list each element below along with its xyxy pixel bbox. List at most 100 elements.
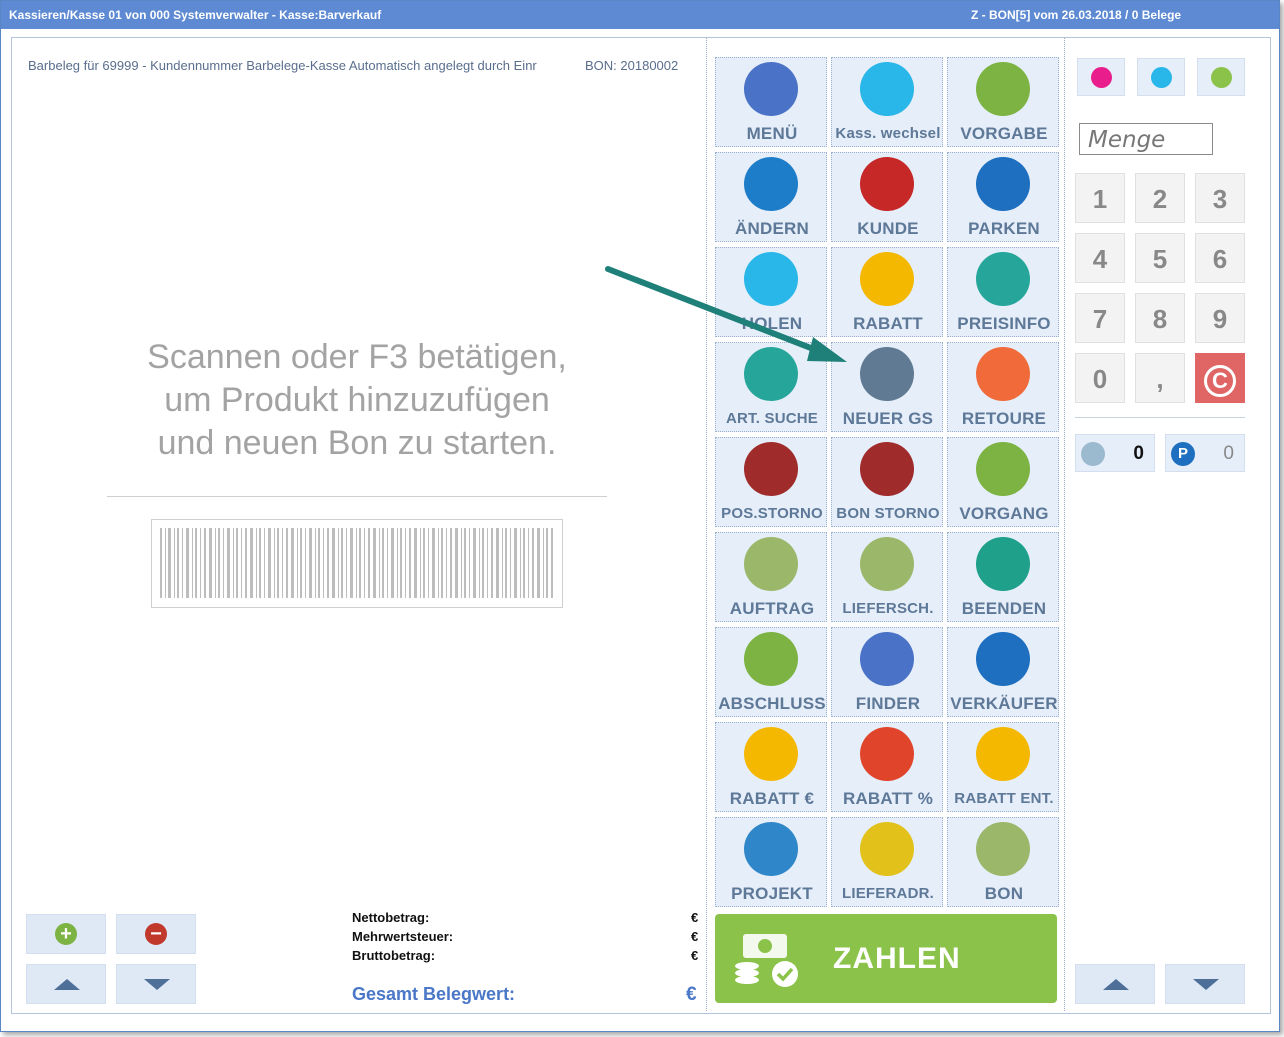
tile-label: PARKEN [968, 219, 1040, 238]
reduce-quantity-button[interactable]: − [116, 914, 196, 954]
scroll-down-button[interactable] [116, 964, 196, 1004]
pay-button[interactable]: ZAHLEN [715, 914, 1057, 1003]
tile-money-euro[interactable]: RABATT € [715, 722, 827, 812]
receipt-fetch-icon [744, 252, 798, 306]
key-7[interactable]: 7 [1075, 293, 1125, 343]
scan-hint-line: Scannen oder F3 betätigen, [147, 338, 567, 376]
quantity-input[interactable]: Menge [1079, 123, 1213, 155]
scan-hint: Scannen oder F3 betätigen, um Produkt hi… [92, 336, 622, 465]
tile-label: BEENDEN [961, 599, 1047, 618]
tile-label: KUNDE [857, 219, 919, 238]
key-9[interactable]: 9 [1195, 293, 1245, 343]
truck-icon [860, 822, 914, 876]
parked-counter[interactable]: P 0 [1165, 434, 1245, 472]
receipt-icon [1081, 442, 1105, 466]
tile-label: FINDER [855, 694, 921, 713]
tile-seller[interactable]: VERKÄUFER [947, 627, 1059, 717]
tile-document[interactable]: VORGANG [947, 437, 1059, 527]
parking-icon: P [1171, 442, 1195, 466]
tile-bag-search[interactable]: ART. SUCHE [715, 342, 827, 432]
arrow-up-icon [1103, 979, 1129, 990]
trash-receipt-icon [860, 442, 914, 496]
tile-label: LIEFERSCH. [842, 600, 934, 617]
price-bag-icon [976, 252, 1030, 306]
tile-label: BON [984, 884, 1024, 903]
scroll-up-button[interactable] [26, 964, 106, 1004]
settings-check-icon [976, 62, 1030, 116]
binder-icon [744, 822, 798, 876]
window-title: Kassieren/Kasse 01 von 000 Systemverwalt… [9, 8, 382, 22]
power-icon [976, 537, 1030, 591]
tile-voucher-add[interactable]: NEUER GS [831, 342, 943, 432]
tile-customer[interactable]: KUNDE [831, 152, 943, 242]
add-quantity-button[interactable]: + [26, 914, 106, 954]
tile-user-switch[interactable]: Kass. wechsel [831, 57, 943, 147]
tile-parking[interactable]: PARKEN [947, 152, 1059, 242]
key-0[interactable]: 0 [1075, 353, 1125, 403]
tile-document-b[interactable]: BON [947, 817, 1059, 907]
tile-money-percent[interactable]: RABATT % [831, 722, 943, 812]
scan-hint-line: und neuen Bon zu starten. [157, 424, 557, 462]
key-3[interactable]: 3 [1195, 173, 1245, 223]
tile-menu[interactable]: MENÜ [715, 57, 827, 147]
right-scroll-down-button[interactable] [1165, 964, 1245, 1004]
divider-left [706, 38, 707, 1011]
key-5[interactable]: 5 [1135, 233, 1185, 283]
key-6[interactable]: 6 [1195, 233, 1245, 283]
tile-label: ABSCHLUSS [718, 694, 826, 713]
tile-settings-check[interactable]: VORGABE [947, 57, 1059, 147]
gesamt-currency: € [686, 984, 697, 1005]
tile-receipt-fetch[interactable]: HOLEN [715, 247, 827, 337]
tile-binder[interactable]: PROJEKT [715, 817, 827, 907]
tile-label: Kass. wechsel [835, 125, 941, 142]
tile-price-bag[interactable]: PREISINFO [947, 247, 1059, 337]
parked-count: 0 [1223, 443, 1234, 464]
tile-label: VERKÄUFER [950, 694, 1058, 713]
barcode-image [151, 519, 563, 608]
keypad-separator [1075, 417, 1245, 418]
menu-icon [744, 62, 798, 116]
tile-pencil[interactable]: ÄNDERN [715, 152, 827, 242]
money-percent-icon [860, 727, 914, 781]
tile-label: RABATT ENT. [954, 790, 1054, 807]
key-4[interactable]: 4 [1075, 233, 1125, 283]
tile-return[interactable]: RETOURE [947, 342, 1059, 432]
right-scroll-up-button[interactable] [1075, 964, 1155, 1004]
arrow-up-icon [54, 979, 80, 990]
customer-icon [860, 157, 914, 211]
cash-button[interactable] [1197, 58, 1245, 96]
receipt-customer: Barbeleg für 69999 - Kundennummer Barbel… [28, 58, 537, 73]
key-2[interactable]: 2 [1135, 173, 1185, 223]
gesamt-label: Gesamt Belegwert: [352, 984, 516, 1004]
netto-currency: € [691, 910, 699, 925]
pencil-icon [744, 157, 798, 211]
tile-finder[interactable]: FINDER [831, 627, 943, 717]
tile-trash-receipt[interactable]: BON STORNO [831, 437, 943, 527]
key-comma[interactable]: , [1135, 353, 1185, 403]
receipt-header: Barbeleg für 69999 - Kundennummer Barbel… [28, 58, 678, 73]
tile-label: PROJEKT [731, 884, 813, 903]
tile-money[interactable]: RABATT [831, 247, 943, 337]
cash-drawer-button[interactable] [1077, 58, 1125, 96]
barcode-icon [160, 528, 553, 598]
document-l-icon [860, 537, 914, 591]
tile-truck[interactable]: LIEFERADR. [831, 817, 943, 907]
hint-separator [107, 496, 607, 497]
tile-label: MENÜ [746, 124, 798, 143]
receipt-bon-number: BON: 20180002 [585, 58, 679, 73]
key-1[interactable]: 1 [1075, 173, 1125, 223]
tile-power[interactable]: BEENDEN [947, 532, 1059, 622]
bag-search-icon [744, 347, 798, 401]
tile-label: LIEFERADR. [842, 885, 934, 902]
bag-button[interactable] [1137, 58, 1185, 96]
clear-icon: C [1204, 365, 1236, 397]
tile-register-check[interactable]: ABSCHLUSS [715, 627, 827, 717]
tile-money-remove[interactable]: RABATT ENT. [947, 722, 1059, 812]
tile-trash[interactable]: POS.STORNO [715, 437, 827, 527]
clear-key[interactable]: C [1195, 353, 1245, 403]
tile-document-a[interactable]: AUFTRAG [715, 532, 827, 622]
key-8[interactable]: 8 [1135, 293, 1185, 343]
receipt-counter[interactable]: 0 [1075, 434, 1155, 472]
tile-document-l[interactable]: LIEFERSCH. [831, 532, 943, 622]
pay-label: ZAHLEN [833, 942, 961, 975]
